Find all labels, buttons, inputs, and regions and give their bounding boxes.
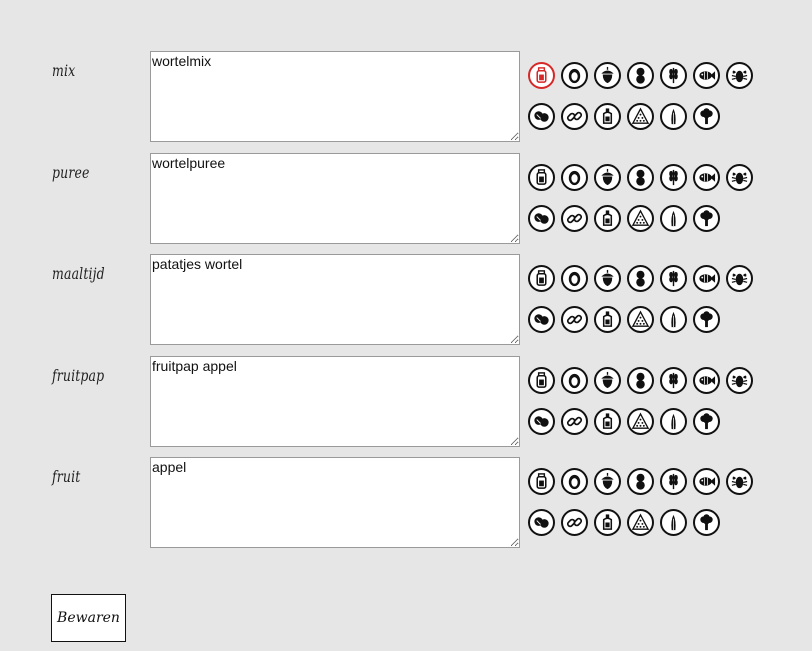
- bottle-icon[interactable]: [528, 366, 555, 394]
- shellfish-icon[interactable]: [726, 265, 753, 292]
- allergen-icon-group: [528, 366, 798, 438]
- row-label: fruit: [52, 467, 81, 486]
- shellfish-icon[interactable]: [726, 468, 753, 495]
- shellfish-icon[interactable]: [726, 163, 753, 191]
- bottle-icon[interactable]: [528, 265, 555, 292]
- nut-icon[interactable]: [594, 366, 621, 394]
- egg-icon[interactable]: [561, 468, 588, 495]
- shellfish-icon[interactable]: [726, 366, 753, 394]
- food-textarea[interactable]: fruitpap appel: [150, 355, 520, 447]
- allergen-icon-group: [528, 163, 798, 235]
- celery-icon[interactable]: [660, 509, 687, 536]
- chain-icon[interactable]: [561, 103, 588, 130]
- sesame-icon[interactable]: [627, 509, 654, 536]
- egg-icon[interactable]: [561, 265, 588, 292]
- food-textarea[interactable]: appel: [150, 457, 520, 548]
- soy-icon[interactable]: [528, 103, 555, 130]
- nut-icon[interactable]: [594, 62, 621, 89]
- fish-icon[interactable]: [693, 468, 720, 495]
- row-label: maaltijd: [52, 264, 105, 283]
- row-label: fruitpap: [52, 365, 105, 385]
- peanut-icon[interactable]: [627, 468, 654, 495]
- soy-icon[interactable]: [528, 407, 555, 435]
- mustard-icon[interactable]: [594, 204, 621, 232]
- wheat-icon[interactable]: [660, 163, 687, 191]
- nut-icon[interactable]: [594, 265, 621, 292]
- fish-icon[interactable]: [693, 163, 720, 191]
- food-row: fruit appel: [0, 457, 812, 552]
- shellfish-icon[interactable]: [726, 62, 753, 89]
- fish-icon[interactable]: [693, 366, 720, 394]
- celery-icon[interactable]: [660, 306, 687, 333]
- bottle-icon[interactable]: [528, 62, 555, 89]
- nut-icon[interactable]: [594, 163, 621, 191]
- wheat-icon[interactable]: [660, 468, 687, 495]
- broccoli-icon[interactable]: [693, 103, 720, 130]
- egg-icon[interactable]: [561, 163, 588, 191]
- celery-icon[interactable]: [660, 407, 687, 435]
- mustard-icon[interactable]: [594, 509, 621, 536]
- food-row: mix wortelmix: [0, 51, 812, 146]
- mustard-icon[interactable]: [594, 306, 621, 333]
- soy-icon[interactable]: [528, 509, 555, 536]
- allergen-icon-group: [528, 468, 798, 539]
- mustard-icon[interactable]: [594, 407, 621, 435]
- chain-icon[interactable]: [561, 509, 588, 536]
- row-label: mix: [52, 61, 76, 80]
- allergen-icon-group: [528, 62, 798, 133]
- allergen-icon-group: [528, 265, 798, 336]
- celery-icon[interactable]: [660, 204, 687, 232]
- sesame-icon[interactable]: [627, 204, 654, 232]
- broccoli-icon[interactable]: [693, 509, 720, 536]
- sesame-icon[interactable]: [627, 306, 654, 333]
- fish-icon[interactable]: [693, 265, 720, 292]
- nut-icon[interactable]: [594, 468, 621, 495]
- wheat-icon[interactable]: [660, 265, 687, 292]
- food-textarea[interactable]: wortelpuree: [150, 152, 520, 244]
- save-button[interactable]: Bewaren: [51, 594, 126, 642]
- peanut-icon[interactable]: [627, 265, 654, 292]
- row-label: puree: [52, 162, 90, 182]
- peanut-icon[interactable]: [627, 366, 654, 394]
- wheat-icon[interactable]: [660, 62, 687, 89]
- chain-icon[interactable]: [561, 204, 588, 232]
- food-row: maaltijd patatjes wortel: [0, 254, 812, 349]
- broccoli-icon[interactable]: [693, 407, 720, 435]
- soy-icon[interactable]: [528, 204, 555, 232]
- peanut-icon[interactable]: [627, 62, 654, 89]
- soy-icon[interactable]: [528, 306, 555, 333]
- bottle-icon[interactable]: [528, 163, 555, 191]
- mustard-icon[interactable]: [594, 103, 621, 130]
- celery-icon[interactable]: [660, 103, 687, 130]
- food-row: fruitpap fruitpap appel: [0, 355, 812, 451]
- food-textarea[interactable]: patatjes wortel: [150, 254, 520, 345]
- chain-icon[interactable]: [561, 407, 588, 435]
- broccoli-icon[interactable]: [693, 306, 720, 333]
- food-textarea[interactable]: wortelmix: [150, 51, 520, 142]
- bottle-icon[interactable]: [528, 468, 555, 495]
- egg-icon[interactable]: [561, 62, 588, 89]
- broccoli-icon[interactable]: [693, 204, 720, 232]
- food-row: puree wortelpuree: [0, 152, 812, 248]
- wheat-icon[interactable]: [660, 366, 687, 394]
- peanut-icon[interactable]: [627, 163, 654, 191]
- egg-icon[interactable]: [561, 366, 588, 394]
- chain-icon[interactable]: [561, 306, 588, 333]
- fish-icon[interactable]: [693, 62, 720, 89]
- sesame-icon[interactable]: [627, 103, 654, 130]
- sesame-icon[interactable]: [627, 407, 654, 435]
